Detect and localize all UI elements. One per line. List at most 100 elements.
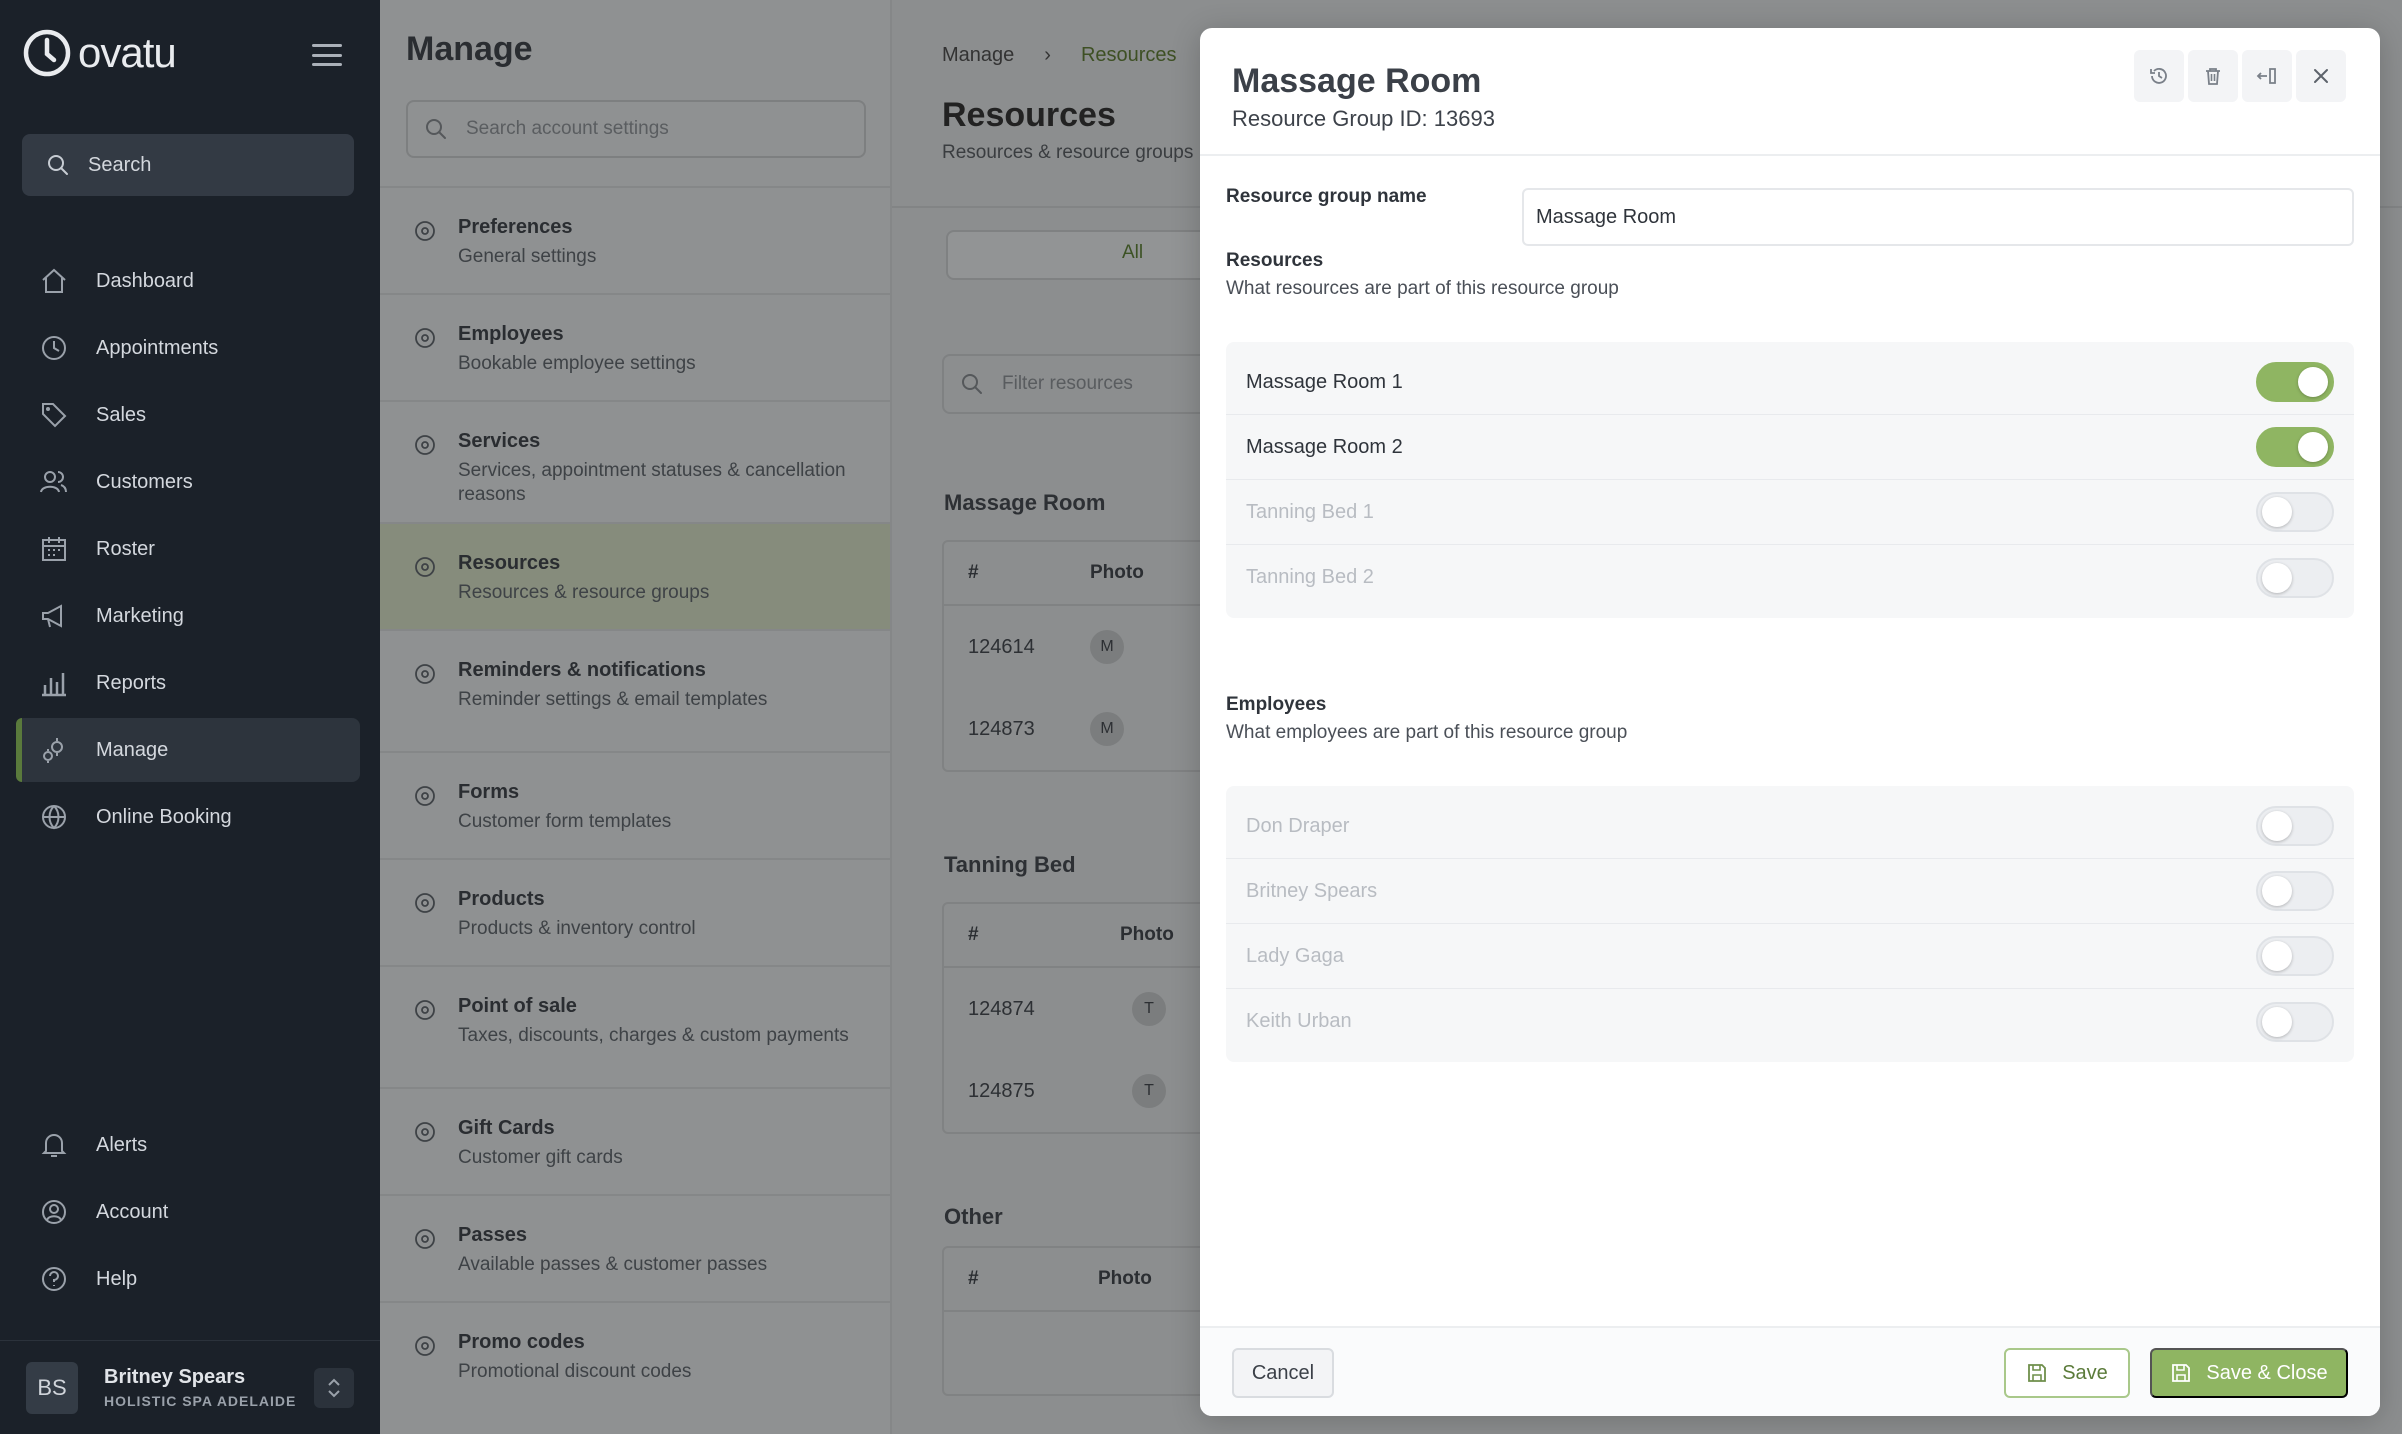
toggle-switch[interactable]: [2256, 427, 2334, 467]
table-row[interactable]: 124875 T: [944, 1050, 1240, 1132]
employees-desc: What employees are part of this resource…: [1226, 722, 1628, 743]
manage-item-products[interactable]: Products Products & inventory control: [380, 858, 890, 965]
toggle-label: Britney Spears: [1246, 879, 1378, 902]
sidebar-item-label: Account: [96, 1200, 169, 1223]
sidebar-item-roster[interactable]: Roster: [16, 517, 360, 581]
history-icon[interactable]: [2134, 50, 2184, 102]
manage-item-forms[interactable]: Forms Customer form templates: [380, 751, 890, 858]
manage-item-subtitle: Services, appointment statuses & cancell…: [458, 460, 846, 505]
manage-item-reminders-notifications[interactable]: Reminders & notifications Reminder settin…: [380, 629, 890, 751]
manage-item-passes[interactable]: Passes Available passes & customer passes: [380, 1194, 890, 1301]
user-profile[interactable]: BS Britney Spears HOLISTIC SPA ADELAIDE: [0, 1340, 380, 1434]
sidebar-item-label: Appointments: [96, 336, 219, 359]
breadcrumb-manage[interactable]: Manage: [942, 44, 1014, 67]
manage-item-preferences[interactable]: Preferences General settings: [380, 186, 890, 293]
manage-item-title: Promo codes: [458, 1331, 585, 1353]
resources-toggle-list: Massage Room 1 Massage Room 2 Tanning Bed …: [1226, 342, 2354, 618]
toggle-switch[interactable]: [2256, 492, 2334, 532]
manage-item-resources[interactable]: Resources Resources & resource groups: [380, 522, 890, 629]
manage-item-title: Point of sale: [458, 995, 577, 1017]
close-icon[interactable]: [2296, 50, 2346, 102]
resource-group-modal: Massage Room Resource Group ID: 13693 Re…: [1200, 28, 2380, 1416]
search-icon: [962, 374, 982, 394]
col-num: #: [968, 924, 979, 945]
trash-icon[interactable]: [2188, 50, 2238, 102]
sidebar-item-appointments[interactable]: Appointments: [16, 316, 360, 380]
toggle-switch[interactable]: [2256, 936, 2334, 976]
table-row[interactable]: 124614 M: [944, 606, 1240, 688]
collapse-panel-icon[interactable]: [2242, 50, 2292, 102]
tab-all[interactable]: All: [1122, 242, 1143, 264]
sidebar-search[interactable]: Search: [22, 134, 354, 196]
brand[interactable]: ovatu: [22, 28, 177, 78]
manage-item-employees[interactable]: Employees Bookable employee settings: [380, 293, 890, 400]
manage-item-title: Forms: [458, 781, 520, 803]
sidebar-item-label: Customers: [96, 470, 193, 493]
manage-search-placeholder: Search account settings: [466, 118, 669, 139]
photo-placeholder: M: [1090, 630, 1124, 664]
group-title: Tanning Bed: [944, 852, 1076, 877]
sidebar-item-online-booking[interactable]: Online Booking: [16, 785, 360, 849]
save-close-button[interactable]: Save & Close: [2150, 1348, 2348, 1398]
ovatu-logo-icon: [23, 29, 71, 77]
manage-item-point-of-sale[interactable]: Point of sale Taxes, discounts, charges &…: [380, 965, 890, 1087]
manage-list: Preferences General settings Employees Book…: [380, 186, 890, 1408]
clock-icon: [38, 332, 70, 364]
toggle-switch[interactable]: [2256, 362, 2334, 402]
sidebar-item-alerts[interactable]: Alerts: [16, 1113, 360, 1177]
sidebar-item-dashboard[interactable]: Dashboard: [16, 249, 360, 313]
toggle-switch[interactable]: [2256, 871, 2334, 911]
sidebar-item-label: Marketing: [96, 604, 184, 627]
photo-placeholder: M: [1090, 712, 1124, 746]
save-close-label: Save & Close: [2206, 1361, 2328, 1384]
sidebar-item-label: Alerts: [96, 1133, 148, 1156]
manage-item-title: Reminders & notifications: [458, 659, 706, 681]
sidebar-item-label: Help: [96, 1267, 138, 1290]
photo-placeholder: T: [1132, 992, 1166, 1026]
sidebar-item-sales[interactable]: Sales: [16, 383, 360, 447]
manage-item-subtitle: Customer gift cards: [458, 1147, 623, 1168]
save-button[interactable]: Save: [2004, 1348, 2130, 1398]
calendar-icon: [38, 533, 70, 565]
sidebar-item-label: Reports: [96, 671, 167, 694]
resources-desc: What resources are part of this resource…: [1226, 278, 1619, 299]
sidebar-item-manage[interactable]: Manage: [16, 718, 360, 782]
menu-toggle-icon[interactable]: [312, 44, 342, 66]
sidebar-item-reports[interactable]: Reports: [16, 651, 360, 715]
cancel-button[interactable]: Cancel: [1232, 1348, 1334, 1398]
brand-name: ovatu: [78, 29, 177, 76]
toggle-switch[interactable]: [2256, 1001, 2334, 1042]
manage-item-title: Resources: [458, 552, 561, 574]
resource-group-name-input[interactable]: [1522, 188, 2354, 246]
toggle-switch[interactable]: [2256, 557, 2334, 598]
table-row[interactable]: 124874 T: [944, 968, 1240, 1050]
breadcrumb-resources[interactable]: Resources: [1081, 44, 1177, 67]
row-id: 124875: [968, 1079, 1035, 1102]
alarm-icon: [410, 659, 444, 693]
manage-item-promo-codes[interactable]: Promo codes Promotional discount codes: [380, 1301, 890, 1408]
user-name: Britney Spears: [104, 1366, 246, 1388]
chevron-updown-icon[interactable]: [314, 1367, 354, 1408]
manage-item-services[interactable]: Services Services, appointment statuses &…: [380, 400, 890, 522]
col-photo: Photo: [1090, 562, 1144, 583]
manage-item-gift-cards[interactable]: Gift Cards Customer gift cards: [380, 1087, 890, 1194]
manage-item-title: Services: [458, 430, 541, 452]
toggle-row: Lady Gaga: [1226, 924, 2354, 989]
hand-gear-icon: [410, 430, 444, 464]
manage-item-title: Gift Cards: [458, 1117, 555, 1139]
sidebar-item-account[interactable]: Account: [16, 1180, 360, 1244]
table-row[interactable]: 124873 M: [944, 688, 1240, 770]
sidebar-item-customers[interactable]: Customers: [16, 450, 360, 514]
modal-subtitle: Resource Group ID: 13693: [1232, 106, 1495, 131]
manage-search-input[interactable]: Search account settings: [406, 100, 866, 158]
help-icon: [38, 1263, 70, 1295]
toggle-row: Britney Spears: [1226, 859, 2354, 924]
modal-header: Massage Room Resource Group ID: 13693: [1200, 28, 2380, 156]
row-id: 124873: [968, 717, 1035, 740]
toggle-label: Tanning Bed 2: [1246, 566, 1374, 588]
toggle-switch[interactable]: [2256, 806, 2334, 846]
toggle-label: Massage Room 1: [1246, 370, 1403, 393]
manage-item-title: Preferences: [458, 216, 573, 238]
sidebar-item-marketing[interactable]: Marketing: [16, 584, 360, 648]
sidebar-item-help[interactable]: Help: [16, 1247, 360, 1311]
